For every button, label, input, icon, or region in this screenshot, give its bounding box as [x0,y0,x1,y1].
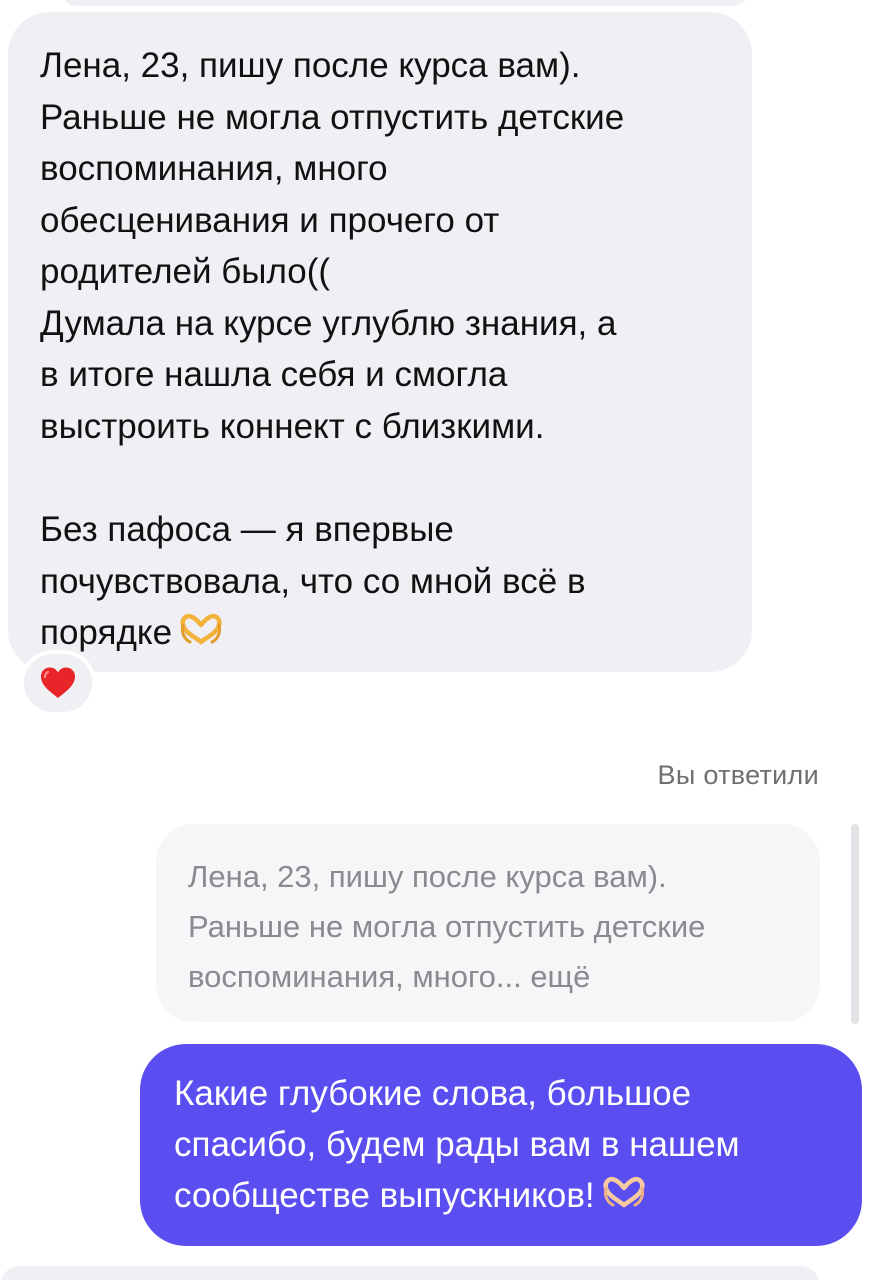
message-line-text: сообществе выпускников! [174,1176,595,1215]
message-line: спасибо, будем рады вам в нашем [174,1125,740,1164]
reaction-badge[interactable] [20,650,96,716]
outgoing-message-bubble[interactable]: Какие глубокие слова, большое спасибо, б… [140,1044,862,1246]
red-heart-icon [41,667,75,698]
message-line: воспоминания, много [40,149,388,188]
previous-message-bubble[interactable] [60,0,750,6]
message-line: в итоге нашла себя и смогла [40,355,508,394]
message-line: Какие глубокие слова, большое [174,1074,692,1113]
incoming-message-bubble[interactable]: Лена, 23, пишу после курса вам). Раньше … [8,12,752,672]
message-line: обесценивания и прочего от [40,200,500,240]
chat-screen: Лена, 23, пишу после курса вам). Раньше … [0,0,883,1280]
message-line: Раньше не могла отпустить детские [40,97,625,137]
message-line-last: сообществе выпускников! [174,1170,832,1223]
message-line: Думала на курсе углублю знания, а [40,303,617,343]
heart-hands-icon [178,609,224,661]
message-line: почувствовала, что со мной всё в [40,561,586,601]
quote-indicator-bar [851,824,859,1024]
message-line: Лена, 23, пишу после курса вам). [40,46,581,85]
quoted-message-bubble[interactable]: Лена, 23, пишу после курса вам). Раньше … [156,824,820,1022]
message-line: родителей было(( [40,252,331,291]
replied-label: Вы ответили [657,760,819,790]
message-line: Без пафоса — я впервые [40,510,454,549]
quote-line: Раньше не могла отпустить детские [188,909,706,944]
next-message-bubble[interactable] [0,1266,820,1280]
quote-line-more: воспоминания, много... ещё [188,959,591,994]
quote-line: Лена, 23, пишу после курса вам). [188,859,667,894]
message-line-text: порядке [40,613,173,652]
heart-hands-icon [601,1172,647,1223]
message-line: выстроить коннект с близкими. [40,406,545,446]
message-line-last: порядке [40,607,722,661]
